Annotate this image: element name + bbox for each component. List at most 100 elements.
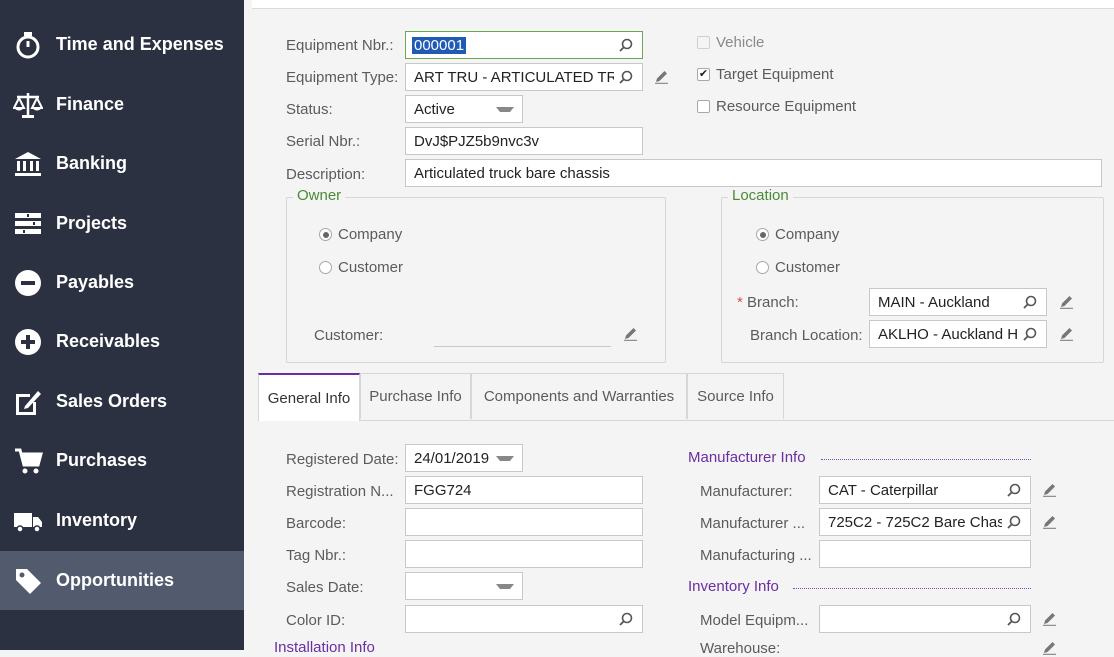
location-group-title: Location [728,187,793,204]
edit-pencil-icon[interactable] [1059,326,1074,341]
description-value: Articulated truck bare chassis [414,164,610,182]
search-icon[interactable] [618,37,634,53]
manufacturing-year-field[interactable] [819,540,1031,568]
sidebar-item-purchases[interactable]: Purchases [0,431,244,490]
manufacturer-info-heading: Manufacturer Info [688,449,806,466]
model-equipment-label: Model Equipm... [700,612,809,629]
resource-equipment-label: Resource Equipment [716,98,857,115]
sidebar-item-finance[interactable]: Finance [0,75,244,134]
truck-icon [13,506,43,536]
location-customer-radio[interactable]: Customer [756,259,840,276]
sidebar-item-inventory[interactable]: Inventory [0,491,244,550]
sidebar-item-opportunities[interactable]: Opportunities [0,551,244,610]
sidebar-item-banking[interactable]: Banking [0,134,244,193]
status-value: Active [414,100,455,118]
edit-pencil-icon[interactable] [623,326,638,341]
model-equipment-field[interactable] [819,605,1031,633]
tab-source-info[interactable]: Source Info [687,373,784,419]
owner-customer-radio[interactable]: Customer [319,259,403,276]
search-icon[interactable] [1022,294,1038,310]
equipment-type-field[interactable]: ART TRU - ARTICULATED TRU [405,63,643,91]
plus-circle-icon [13,327,43,357]
manufacturer-model-field[interactable]: 725C2 - 725C2 Bare Chas [819,508,1031,536]
sidebar-item-label: Finance [56,94,125,114]
owner-customer-label: Customer [338,259,404,276]
edit-pencil-icon[interactable] [1042,482,1057,497]
serial-nbr-value: DvJ$PJZ5b9nvc3v [414,132,540,150]
registered-date-label: Registered Date: [286,451,399,468]
minus-circle-icon [13,268,43,298]
sidebar-item-label: Projects [56,213,128,233]
radio-dot [319,261,332,274]
sidebar-item-receivables[interactable]: Receivables [0,312,244,371]
status-select[interactable]: Active [405,95,523,123]
sidebar-item-projects[interactable]: Projects [0,194,244,253]
search-icon[interactable] [618,69,634,85]
search-icon[interactable] [1006,482,1022,498]
sidebar-item-payables[interactable]: Payables [0,253,244,312]
sales-date-field[interactable] [405,572,523,600]
target-equipment-checkbox[interactable]: ✔ Target Equipment [697,66,834,83]
manufacturer-label: Manufacturer: [700,483,793,500]
bank-icon [13,149,43,179]
tab-components-and-warranties[interactable]: Components and Warranties [471,373,687,419]
manufacturer-field[interactable]: CAT - Caterpillar [819,476,1031,504]
tag-icon [13,566,43,596]
inventory-info-heading: Inventory Info [688,578,779,595]
location-company-radio[interactable]: Company [756,226,839,243]
color-id-field[interactable] [405,605,643,633]
tab-divider [258,420,1114,421]
sales-date-label: Sales Date: [286,579,364,596]
tab-label: Components and Warranties [483,388,675,405]
target-equipment-label: Target Equipment [716,66,834,83]
search-icon[interactable] [1006,514,1022,530]
projects-icon [13,209,43,239]
vehicle-label: Vehicle [716,34,765,51]
registration-nbr-field[interactable]: FGG724 [405,476,643,504]
edit-pencil-icon[interactable] [1042,514,1057,529]
edit-pencil-icon[interactable] [654,69,669,84]
branch-field[interactable]: MAIN - Auckland [869,288,1047,316]
search-icon[interactable] [1022,326,1038,342]
registration-nbr-value: FGG724 [414,481,472,499]
sidebar-item-label: Banking [56,153,128,173]
tag-nbr-field[interactable] [405,540,643,568]
radio-dot [756,261,769,274]
location-company-label: Company [775,226,840,243]
description-field[interactable]: Articulated truck bare chassis [405,159,1102,187]
sidebar-item-label: Time and Expenses [56,34,224,54]
location-customer-label: Customer [775,259,841,276]
search-icon[interactable] [1006,611,1022,627]
main-content: Equipment Nbr.: 000001 Equipment Type: A… [244,0,1114,657]
equipment-nbr-label: Equipment Nbr.: [286,37,394,54]
manufacturer-model-value: 725C2 - 725C2 Bare Chas [828,513,1002,531]
edit-pencil-icon[interactable] [1042,640,1057,655]
resource-equipment-checkbox[interactable]: Resource Equipment [697,98,856,115]
owner-group-title: Owner [293,187,346,204]
manufacturing-year-label: Manufacturing ... [700,547,812,564]
toolbar-strip [252,0,1114,9]
branch-location-field[interactable]: AKLHO - Auckland H [869,320,1047,348]
vehicle-checkbox[interactable]: Vehicle [697,34,764,51]
owner-group: Owner Company Customer Customer: [286,187,666,363]
tab-general-info[interactable]: General Info [258,373,360,421]
edit-pencil-icon[interactable] [1042,611,1057,626]
serial-nbr-field[interactable]: DvJ$PJZ5b9nvc3v [405,127,643,155]
sidebar-item-time-and-expenses[interactable]: Time and Expenses [0,15,244,74]
owner-customer-field[interactable] [434,346,611,347]
description-label: Description: [286,166,366,183]
owner-company-radio[interactable]: Company [319,226,402,243]
tab-label: Source Info [697,388,774,405]
tab-purchase-info[interactable]: Purchase Info [360,373,471,419]
registered-date-field[interactable]: 24/01/2019 [405,444,523,472]
sidebar-item-sales-orders[interactable]: Sales Orders [0,372,244,431]
tab-label: General Info [267,389,351,407]
edit-pencil-icon[interactable] [1059,294,1074,309]
equipment-nbr-value: 000001 [412,36,467,54]
barcode-field[interactable] [405,508,643,536]
equipment-nbr-field[interactable]: 000001 [405,31,643,59]
sidebar-item-label: Payables [56,272,135,292]
location-group: Location Company Customer * Branch: MAIN… [721,187,1104,363]
search-icon[interactable] [618,611,634,627]
manufacturer-value: CAT - Caterpillar [828,481,939,499]
